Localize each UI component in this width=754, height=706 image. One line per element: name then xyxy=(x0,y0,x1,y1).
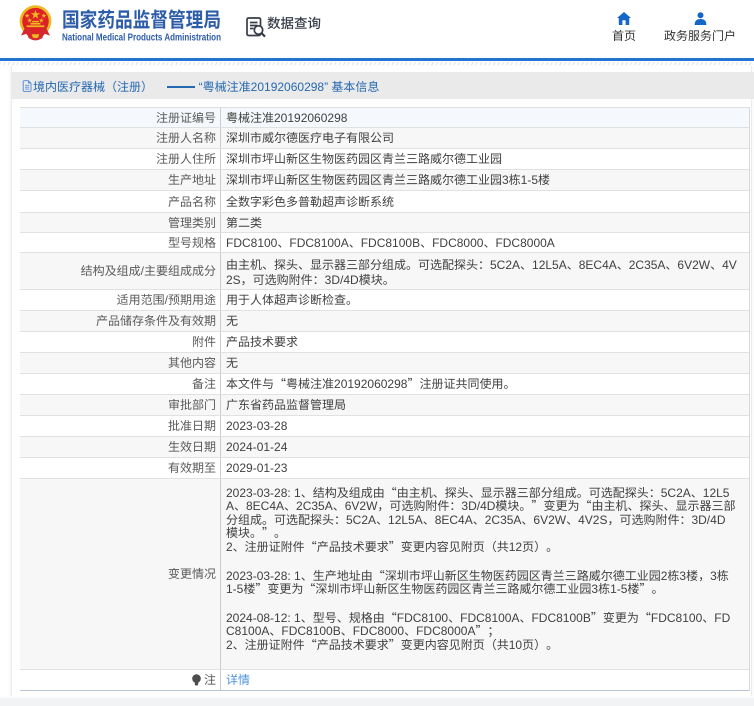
svg-text:National Medical Products Admi: National Medical Products Administration xyxy=(62,33,221,44)
svg-text:国家药品监督管理局: 国家药品监督管理局 xyxy=(62,9,221,31)
